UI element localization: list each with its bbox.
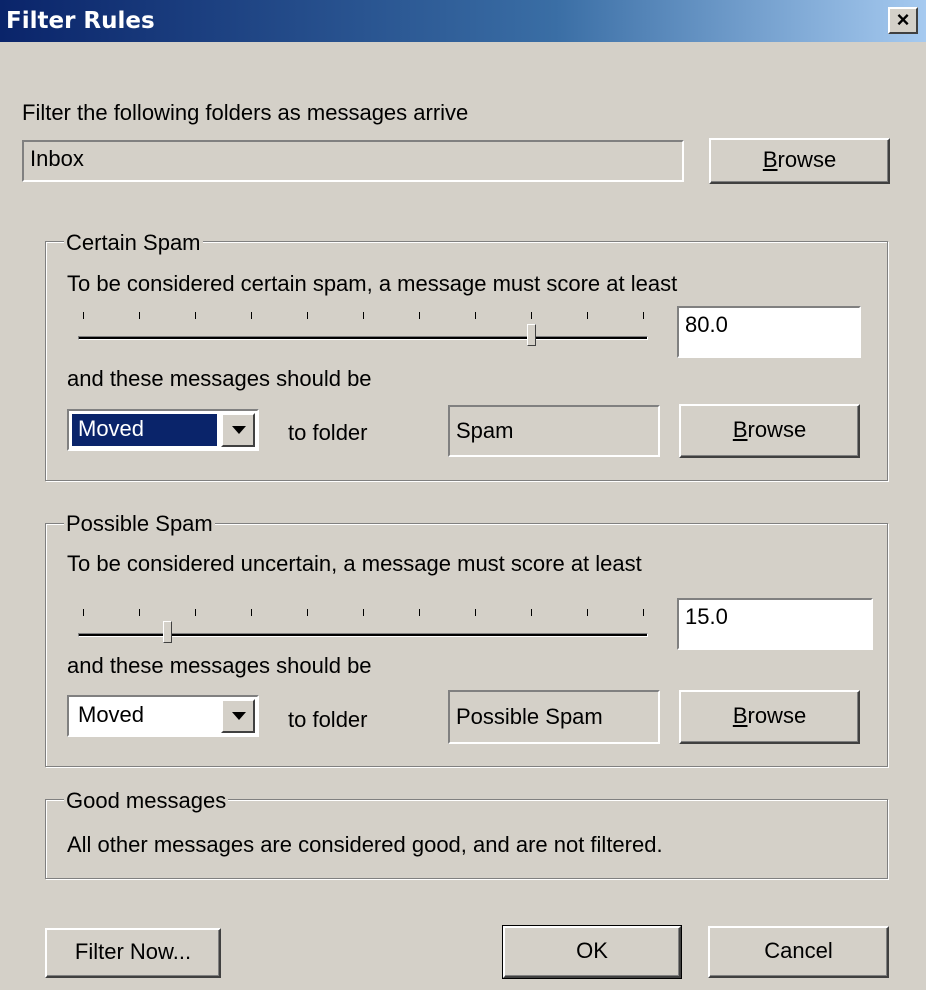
certain-slider-tick xyxy=(83,312,84,319)
browse-label: rowse xyxy=(747,417,807,442)
certain-folder-value: Spam xyxy=(456,418,514,443)
certain-browse-button[interactable]: Browse xyxy=(679,404,860,458)
browse-label: rowse xyxy=(777,147,837,172)
certain-messages-label: and these messages should be xyxy=(67,366,372,391)
possible-slider-thumb[interactable] xyxy=(163,621,172,643)
certain-slider-tick xyxy=(643,312,644,319)
possible-score-input[interactable]: 15.0 xyxy=(677,598,873,650)
window-title: Filter Rules xyxy=(6,8,155,34)
close-icon: × xyxy=(896,7,910,32)
folders-instruction: Filter the following folders as messages… xyxy=(22,100,469,125)
browse-accel: B xyxy=(732,417,748,442)
good-messages-group-label: Good messages xyxy=(64,788,229,814)
certain-slider-tick xyxy=(419,312,420,319)
certain-slider-thumb[interactable] xyxy=(527,324,536,346)
possible-slider-tick xyxy=(251,609,252,616)
certain-slider-tick xyxy=(195,312,196,319)
certain-instruction: To be considered certain spam, a message… xyxy=(67,271,678,296)
possible-slider-tick xyxy=(419,609,420,616)
possible-browse-button[interactable]: Browse xyxy=(679,690,860,744)
browse-label: rowse xyxy=(747,703,807,728)
possible-spam-group-label: Possible Spam xyxy=(64,511,215,537)
possible-action-value: Moved xyxy=(78,702,145,727)
certain-slider-tick xyxy=(587,312,588,319)
possible-slider-tick xyxy=(475,609,476,616)
certain-slider-tick xyxy=(307,312,308,319)
folders-value: Inbox xyxy=(30,146,84,171)
certain-to-folder-label: to folder xyxy=(288,420,368,445)
certain-slider-tick xyxy=(531,312,532,319)
possible-folder-field[interactable]: Possible Spam xyxy=(448,690,660,744)
cancel-button[interactable]: Cancel xyxy=(708,926,889,978)
possible-score-slider[interactable] xyxy=(78,609,648,649)
certain-slider-tick xyxy=(363,312,364,319)
title-bar: Filter Rules × xyxy=(0,0,926,42)
close-button[interactable]: × xyxy=(888,7,918,34)
possible-slider-tick xyxy=(307,609,308,616)
possible-score-value: 15.0 xyxy=(685,604,728,629)
possible-to-folder-label: to folder xyxy=(288,707,368,732)
browse-accel: B xyxy=(732,703,748,728)
possible-slider-tick xyxy=(83,609,84,616)
possible-action-select[interactable]: Moved xyxy=(67,695,259,737)
certain-score-value: 80.0 xyxy=(685,312,728,337)
certain-spam-group-label: Certain Spam xyxy=(64,230,203,256)
certain-action-value: Moved xyxy=(72,414,217,446)
possible-instruction: To be considered uncertain, a message mu… xyxy=(67,551,642,576)
certain-score-input[interactable]: 80.0 xyxy=(677,306,861,358)
folders-field[interactable]: Inbox xyxy=(22,140,684,182)
chevron-down-icon[interactable] xyxy=(221,413,255,447)
certain-score-slider[interactable] xyxy=(78,312,648,352)
possible-messages-label: and these messages should be xyxy=(67,653,372,678)
folders-browse-button[interactable]: Browse xyxy=(709,138,890,184)
good-messages-text: All other messages are considered good, … xyxy=(67,832,663,857)
possible-slider-tick xyxy=(531,609,532,616)
ok-button[interactable]: OK xyxy=(502,925,682,979)
certain-slider-tick xyxy=(251,312,252,319)
possible-slider-tick xyxy=(195,609,196,616)
certain-slider-track xyxy=(78,336,648,340)
possible-slider-tick xyxy=(363,609,364,616)
certain-slider-tick xyxy=(475,312,476,319)
possible-folder-value: Possible Spam xyxy=(456,704,603,729)
certain-folder-field[interactable]: Spam xyxy=(448,405,660,457)
possible-slider-tick xyxy=(139,609,140,616)
chevron-down-icon[interactable] xyxy=(221,699,255,733)
possible-slider-tick xyxy=(643,609,644,616)
certain-action-select[interactable]: Moved xyxy=(67,409,259,451)
certain-slider-tick xyxy=(139,312,140,319)
possible-slider-tick xyxy=(587,609,588,616)
browse-accel: B xyxy=(762,147,778,172)
filter-now-button[interactable]: Filter Now... xyxy=(45,928,221,978)
